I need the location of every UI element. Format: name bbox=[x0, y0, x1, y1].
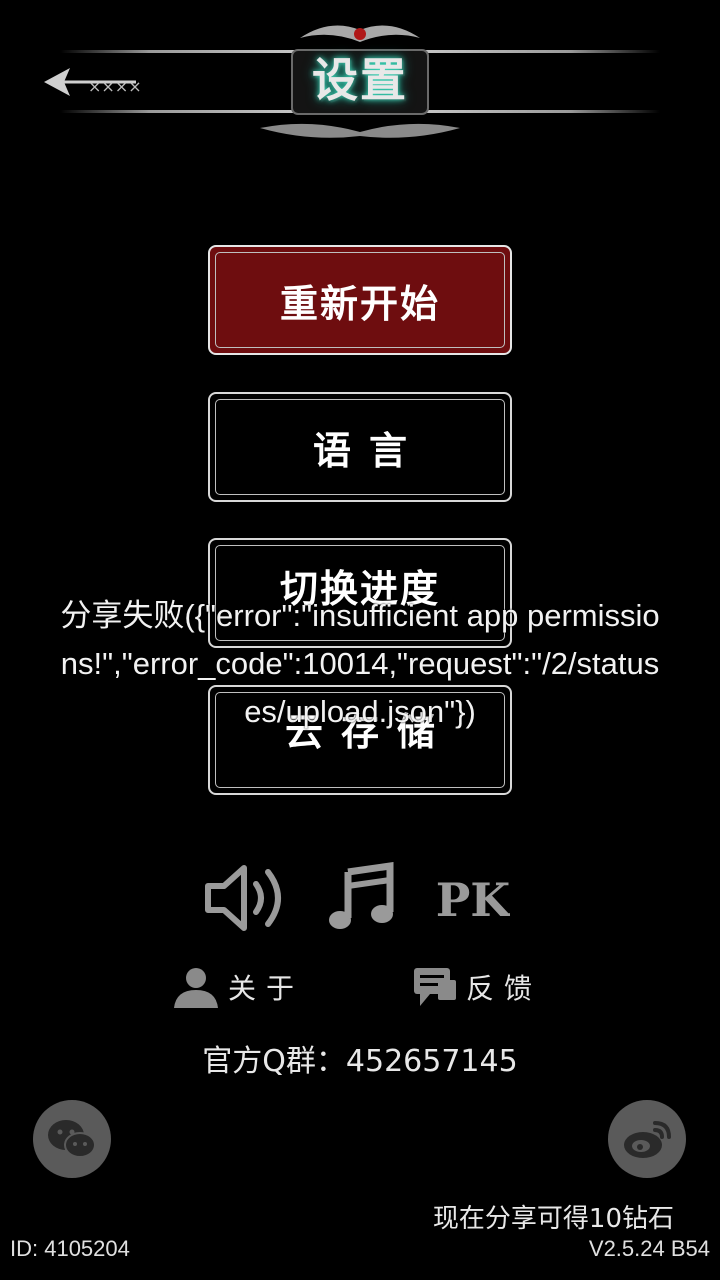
wechat-share-button[interactable] bbox=[33, 1100, 111, 1178]
header-bar: ××××× 设置 bbox=[0, 0, 720, 160]
page-title: 设置 bbox=[312, 53, 408, 107]
language-label: 语言 bbox=[312, 427, 425, 473]
speaker-icon bbox=[205, 865, 281, 931]
back-button[interactable]: ××××× bbox=[40, 62, 140, 102]
about-label: 关于 bbox=[228, 972, 305, 1005]
error-toast: 分享失败({"error":"insufficient app permissi… bbox=[60, 598, 660, 729]
pk-icon: PK bbox=[436, 873, 510, 927]
music-note-icon bbox=[329, 862, 394, 929]
restart-button[interactable]: 重新开始 bbox=[208, 245, 512, 355]
user-id: ID: 4105204 bbox=[10, 1236, 130, 1261]
version-label: V2.5.24 B54 bbox=[588, 1236, 710, 1261]
weibo-icon bbox=[624, 1121, 671, 1158]
restart-label: 重新开始 bbox=[279, 280, 440, 326]
pk-toggle[interactable]: PK bbox=[436, 866, 510, 930]
svg-text:PK: PK bbox=[436, 873, 510, 927]
svg-text:×××××: ××××× bbox=[88, 77, 140, 96]
wechat-icon bbox=[48, 1120, 96, 1158]
share-reward-text: 现在分享可得10钻石 bbox=[432, 1204, 674, 1234]
about-link[interactable]: 关于 bbox=[172, 966, 304, 1008]
language-button[interactable]: 语言 bbox=[208, 392, 512, 502]
feedback-link[interactable]: 反馈 bbox=[412, 966, 542, 1008]
feedback-label: 反馈 bbox=[466, 972, 543, 1005]
person-icon bbox=[174, 968, 218, 1008]
qq-group-text: 官方Q群：452657145 bbox=[202, 1044, 518, 1079]
music-toggle[interactable] bbox=[326, 862, 396, 932]
sound-toggle[interactable] bbox=[204, 862, 294, 934]
chat-bubble-icon bbox=[414, 968, 456, 1006]
back-arrow-icon: ××××× bbox=[44, 68, 140, 96]
weibo-share-button[interactable] bbox=[608, 1100, 686, 1178]
